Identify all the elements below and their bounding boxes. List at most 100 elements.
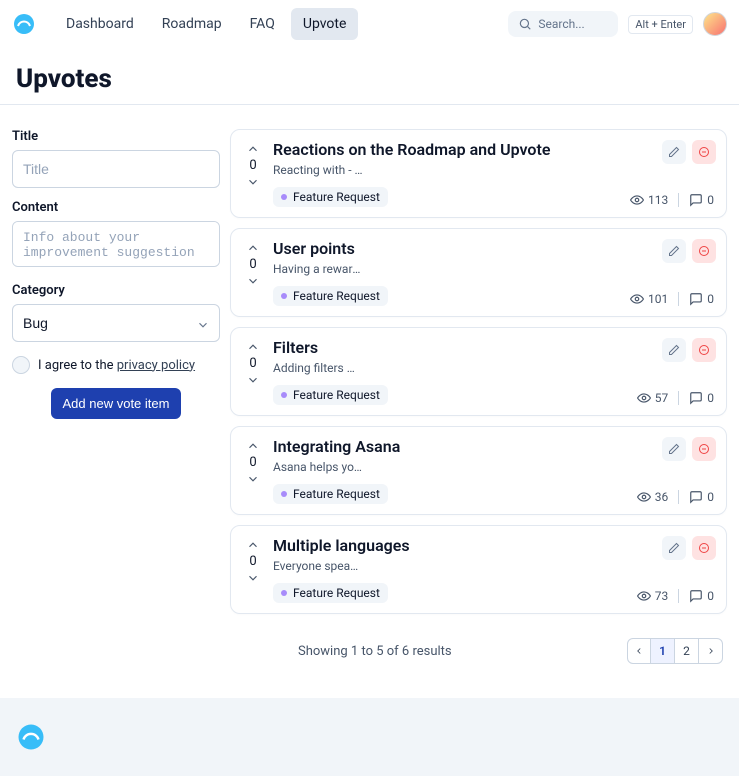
edit-button[interactable] [662,536,686,560]
main-nav: Dashboard Roadmap FAQ Upvote [54,8,358,40]
nav-faq[interactable]: FAQ [238,8,287,40]
comment-icon [689,292,703,306]
vote-desc: Adding filters will help... [273,361,363,375]
pagination-page[interactable]: 1 [651,638,675,664]
title-input[interactable] [12,150,220,188]
app-logo[interactable] [12,10,40,38]
delete-button[interactable] [692,437,716,461]
search-input[interactable]: Search... [508,11,618,37]
create-vote-form: Title Content Category Bug I agree to th… [12,129,220,690]
edit-button[interactable] [662,239,686,263]
delete-button[interactable] [692,536,716,560]
comments-stat: 0 [689,490,714,504]
downvote-arrow-icon[interactable] [246,274,260,288]
vote-tag: Feature Request [273,583,388,603]
pagination-page[interactable]: 2 [675,638,699,664]
tag-dot-icon [281,491,287,497]
vote-tag: Feature Request [273,385,388,405]
pagination: Showing 1 to 5 of 6 results 1 2 [230,624,727,690]
privacy-checkbox[interactable] [12,356,30,374]
vote-card: 0 Multiple languages Everyone speaks a di… [230,525,727,614]
vote-count: 0 [249,552,256,571]
vote-list: 0 Reactions on the Roadmap and Upvote Re… [230,129,727,690]
pagination-next[interactable] [699,638,723,664]
vote-desc: Having a reward system fo... [273,262,363,276]
vote-tag: Feature Request [273,484,388,504]
upvote-arrow-icon[interactable] [246,538,260,552]
vote-title[interactable]: Multiple languages [273,536,714,555]
stat-divider [678,193,679,207]
upvote-arrow-icon[interactable] [246,142,260,156]
upvote-arrow-icon[interactable] [246,439,260,453]
vote-tag: Feature Request [273,187,388,207]
vote-title[interactable]: Filters [273,338,714,357]
vote-title[interactable]: Reactions on the Roadmap and Upvote [273,140,714,159]
edit-button[interactable] [662,437,686,461]
content-textarea[interactable] [12,221,220,267]
privacy-policy-link[interactable]: privacy policy [117,358,195,373]
delete-button[interactable] [692,239,716,263]
privacy-text: I agree to the privacy policy [38,358,195,373]
vote-title[interactable]: Integrating Asana [273,437,714,456]
downvote-arrow-icon[interactable] [246,472,260,486]
vote-controls: 0 [243,140,263,207]
tag-dot-icon [281,392,287,398]
vote-desc: Everyone speaks a differe... [273,559,363,573]
vote-card: 0 User points Having a reward system fo..… [230,228,727,317]
views-stat: 101 [630,292,668,306]
submit-vote-button[interactable]: Add new vote item [51,388,182,419]
header-right: Search... Alt + Enter [508,11,727,37]
vote-count: 0 [249,156,256,175]
minus-circle-icon [698,245,710,257]
chevron-right-icon [706,646,716,656]
app-header: Dashboard Roadmap FAQ Upvote Search... A… [0,0,739,48]
downvote-arrow-icon[interactable] [246,373,260,387]
comments-stat: 0 [689,391,714,405]
edit-button[interactable] [662,338,686,362]
pencil-icon [668,245,680,257]
eye-icon [637,589,651,603]
chevron-left-icon [634,646,644,656]
vote-card: 0 Filters Adding filters will help... Feat… [230,327,727,416]
eye-icon [637,490,651,504]
vote-count: 0 [249,354,256,373]
search-shortcut-hint: Alt + Enter [628,15,693,34]
minus-circle-icon [698,443,710,455]
pagination-info: Showing 1 to 5 of 6 results [298,644,452,659]
vote-title[interactable]: User points [273,239,714,258]
page-title: Upvotes [0,48,739,104]
content-label: Content [12,200,220,215]
footer-logo [16,722,46,752]
category-select[interactable]: Bug [12,304,220,342]
divider [0,104,739,105]
nav-upvote[interactable]: Upvote [291,8,359,40]
views-stat: 57 [637,391,669,405]
edit-button[interactable] [662,140,686,164]
vote-count: 0 [249,255,256,274]
nav-roadmap[interactable]: Roadmap [150,8,234,40]
comment-icon [689,589,703,603]
views-stat: 73 [637,589,669,603]
downvote-arrow-icon[interactable] [246,571,260,585]
delete-button[interactable] [692,338,716,362]
minus-circle-icon [698,344,710,356]
vote-card: 0 Integrating AsanaAsana helps you organ… [230,426,727,515]
nav-dashboard[interactable]: Dashboard [54,8,146,40]
pencil-icon [668,542,680,554]
pencil-icon [668,443,680,455]
user-avatar[interactable] [703,12,727,36]
footer [0,698,739,776]
search-icon [518,17,532,31]
search-placeholder: Search... [538,17,608,31]
delete-button[interactable] [692,140,716,164]
downvote-arrow-icon[interactable] [246,175,260,189]
upvote-arrow-icon[interactable] [246,340,260,354]
upvote-arrow-icon[interactable] [246,241,260,255]
views-stat: 36 [637,490,669,504]
eye-icon [630,292,644,306]
eye-icon [630,193,644,207]
tag-dot-icon [281,590,287,596]
category-label: Category [12,283,220,298]
pagination-prev[interactable] [627,638,651,664]
comment-icon [689,193,703,207]
